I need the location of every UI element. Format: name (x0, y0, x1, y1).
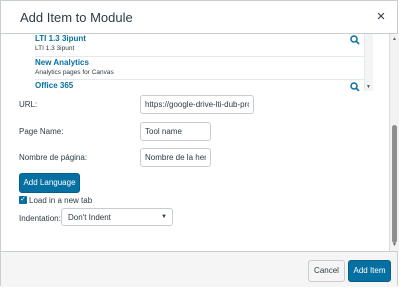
dialog-scrollbar[interactable]: ▲ ▼ (389, 34, 399, 251)
page-name-label: Page Name: (19, 127, 64, 136)
load-new-tab-label: Load in a new tab (29, 196, 93, 205)
dialog-title: Add Item to Module (20, 10, 133, 25)
tool-name: New Analytics (35, 58, 89, 67)
close-icon[interactable]: × (373, 9, 389, 25)
nombre-label: Nombre de página: (19, 153, 88, 162)
page-name-input[interactable] (140, 122, 211, 141)
dialog-header: Add Item to Module × (1, 1, 397, 34)
add-item-dialog: Add Item to Module × LTI 1.3 3ipunt LTI … (0, 0, 399, 287)
indentation-label: Indentation: (19, 214, 61, 223)
scroll-down-icon[interactable]: ▼ (366, 84, 371, 90)
scroll-down-icon[interactable]: ▼ (392, 242, 397, 248)
tool-name: Office 365 (35, 81, 74, 90)
scrollbar-thumb[interactable] (392, 125, 397, 243)
url-label: URL: (19, 100, 38, 109)
scroll-up-icon[interactable]: ▲ (392, 36, 397, 42)
tool-description: Analytics pages for Canvas (35, 69, 114, 76)
url-input[interactable] (140, 95, 254, 114)
add-item-button[interactable]: Add Item (348, 260, 391, 282)
indentation-select[interactable]: Don't Indent ▼ (61, 208, 173, 226)
dialog-footer: Cancel Add Item (1, 251, 397, 287)
dialog-body: LTI 1.3 3ipunt LTI 1.3 3ipunt New Analyt… (1, 34, 389, 251)
tool-item-office-365[interactable]: Office 365 (19, 81, 364, 91)
external-tool-list[interactable]: LTI 1.3 3ipunt LTI 1.3 3ipunt New Analyt… (19, 34, 364, 91)
indentation-value: Don't Indent (68, 213, 111, 222)
tool-description: LTI 1.3 3ipunt (35, 45, 75, 52)
cancel-button[interactable]: Cancel (308, 260, 345, 282)
search-icon[interactable] (350, 82, 360, 91)
divider (35, 56, 364, 57)
tool-name: LTI 1.3 3ipunt (35, 34, 86, 43)
search-icon[interactable] (350, 35, 360, 45)
nombre-input[interactable] (140, 148, 211, 167)
chevron-down-icon: ▼ (161, 214, 167, 220)
add-language-button[interactable]: Add Language (19, 173, 80, 193)
tool-list-scrollbar[interactable]: ▼ (364, 34, 373, 91)
divider (35, 79, 364, 80)
load-new-tab-checkbox[interactable]: ✓ (19, 196, 27, 204)
